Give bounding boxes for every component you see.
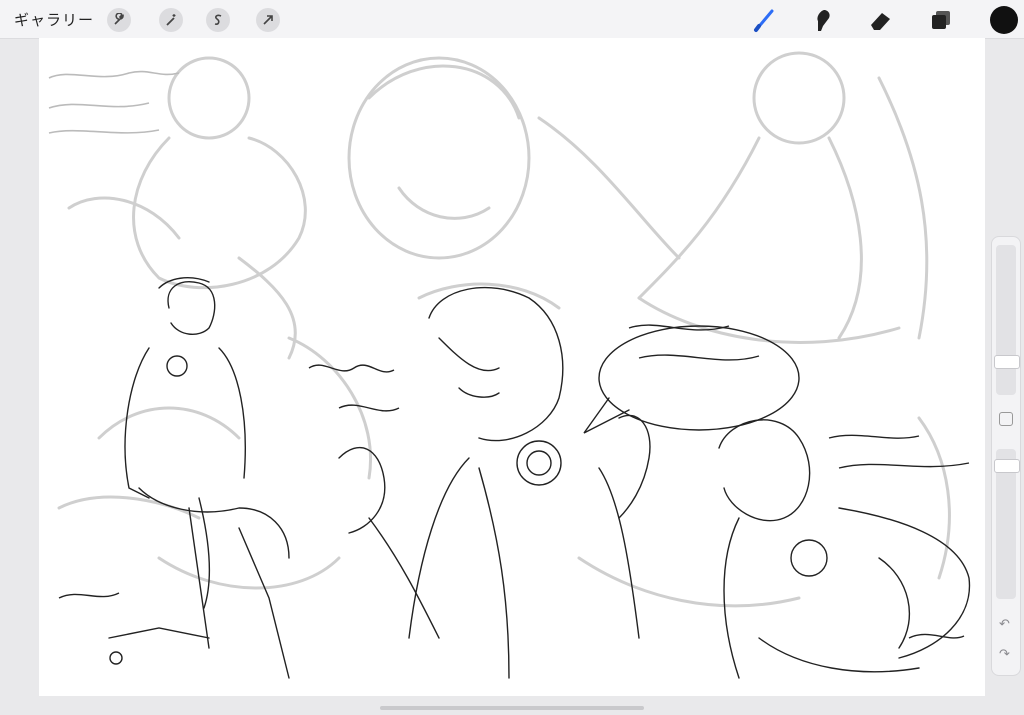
- gallery-button[interactable]: ギャラリー: [14, 9, 94, 30]
- undo-icon[interactable]: ↶: [999, 617, 1010, 632]
- drawing-canvas[interactable]: [39, 38, 985, 696]
- layers-icon[interactable]: [928, 7, 954, 33]
- opacity-thumb[interactable]: [994, 459, 1020, 473]
- brush-sidebar: ↶ ↷: [991, 236, 1021, 676]
- sketch-artwork: [48, 51, 971, 679]
- brush-size-slider[interactable]: [996, 245, 1016, 395]
- brush-size-thumb[interactable]: [994, 355, 1020, 369]
- transform-arrow-icon[interactable]: [256, 8, 280, 32]
- brush-icon[interactable]: [752, 7, 778, 33]
- color-swatch[interactable]: [990, 6, 1018, 34]
- redo-icon[interactable]: ↷: [999, 647, 1010, 662]
- home-indicator: [380, 706, 644, 710]
- wrench-icon[interactable]: [107, 8, 131, 32]
- modify-button[interactable]: [999, 412, 1013, 426]
- smudge-icon[interactable]: [810, 7, 836, 33]
- eraser-icon[interactable]: [868, 7, 894, 33]
- magic-wand-icon[interactable]: [159, 8, 183, 32]
- top-toolbar: ギャラリー: [0, 0, 1024, 39]
- selection-icon[interactable]: [206, 8, 230, 32]
